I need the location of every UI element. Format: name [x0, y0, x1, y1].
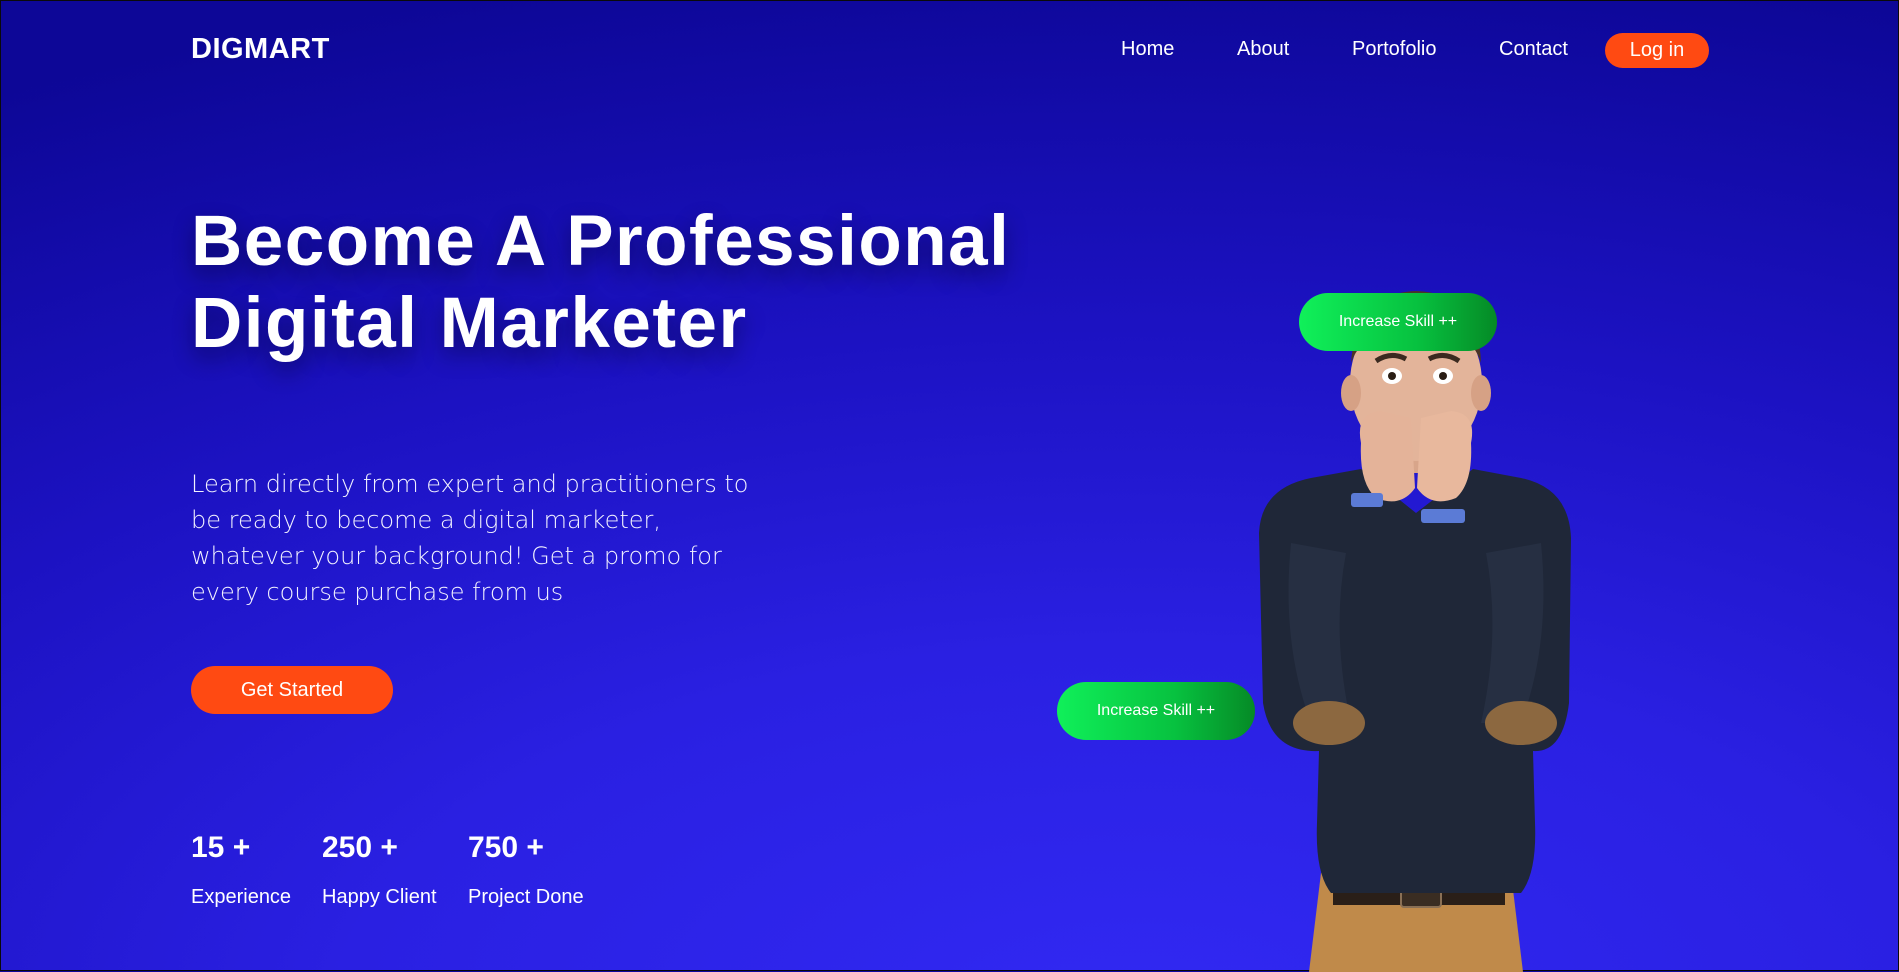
nav-link-home[interactable]: Home [1121, 38, 1174, 61]
nav-link-portfolio[interactable]: Portofolio [1352, 38, 1437, 61]
brand-logo[interactable]: DIGMART [191, 33, 330, 66]
hero-description: Learn directly from expert and practitio… [191, 470, 749, 606]
nav-link-about[interactable]: About [1237, 38, 1289, 61]
hero-headline-line-2: Digital Marketer [191, 284, 748, 363]
nav-link-contact[interactable]: Contact [1499, 38, 1568, 61]
hero-headline: Become A Professional Digital Marketer [191, 201, 1010, 365]
increase-skill-badge-top[interactable]: Increase Skill ++ [1299, 293, 1497, 351]
stat-experience: 15 + Experience [191, 831, 291, 909]
stat-label: Happy Client [322, 886, 437, 908]
stat-happy-client: 250 + Happy Client [322, 831, 437, 909]
hero-headline-line-1: Become A Professional [191, 202, 1011, 281]
top-navbar: DIGMART Home About Portofolio Contact Lo… [1, 1, 1898, 99]
increase-skill-badge-bottom[interactable]: Increase Skill ++ [1057, 682, 1255, 740]
stat-label: Experience [191, 886, 292, 908]
get-started-button[interactable]: Get Started [191, 666, 393, 714]
hero-person-image [1259, 291, 1571, 972]
stat-project-done: 750 + Project Done [468, 831, 584, 909]
login-button[interactable]: Log in [1605, 33, 1709, 68]
stat-value: 15 + [191, 831, 251, 864]
stat-value: 250 + [322, 831, 398, 864]
stat-value: 750 + [468, 831, 544, 864]
stat-label: Project Done [468, 886, 584, 908]
